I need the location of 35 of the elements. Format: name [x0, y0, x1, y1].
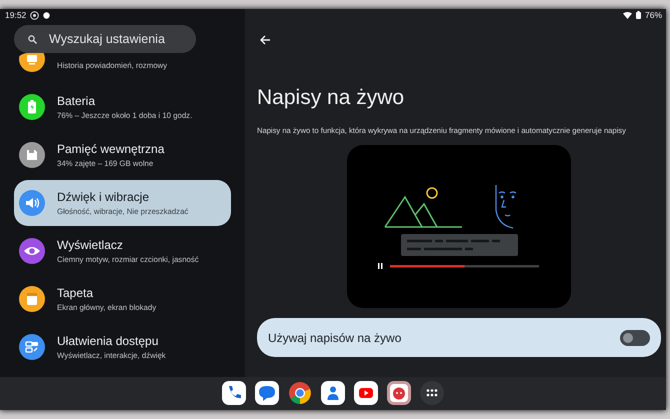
- battery-icon: [19, 94, 45, 120]
- item-title: Wyświetlacz: [57, 238, 124, 252]
- browser-icon[interactable]: [288, 380, 312, 404]
- laptop-icon: [19, 53, 45, 72]
- person-icon[interactable]: [321, 380, 345, 404]
- face-drawing: [494, 184, 516, 229]
- app-grid-icon[interactable]: [420, 380, 444, 404]
- battery-icon: [636, 11, 641, 19]
- item-title: Dźwięk i wibracje: [57, 190, 150, 204]
- paint-bucket-icon: [19, 286, 45, 312]
- back-arrow-icon[interactable]: [258, 33, 272, 47]
- battery-percentage: 76%: [644, 10, 662, 20]
- speaker-icon: [19, 190, 45, 216]
- clock: 19:52: [5, 10, 26, 20]
- wifi-icon: [622, 12, 632, 18]
- toggle-switch[interactable]: [620, 330, 650, 346]
- setting-label: Używaj napisów na żywo: [268, 330, 402, 344]
- search-field[interactable]: Wyszukaj ustawienia: [14, 25, 196, 53]
- dot-icon: [43, 12, 50, 18]
- pause-icon: [378, 263, 382, 269]
- eye-icon: [19, 238, 45, 264]
- page-title: Napisy na żywo: [257, 86, 406, 110]
- phone-icon[interactable]: [222, 380, 246, 404]
- bug-face-icon[interactable]: [387, 380, 411, 404]
- item-title: Tapeta: [57, 286, 94, 300]
- live-caption-setting[interactable]: Używaj napisów na żywo: [257, 318, 661, 357]
- item-title: Bateria: [57, 94, 96, 108]
- search-icon: [28, 34, 37, 44]
- accessibility-icon: [19, 334, 45, 360]
- chat-bubble-icon[interactable]: [255, 380, 279, 404]
- item-title: Ułatwienia dostępu: [57, 334, 160, 348]
- play-icon[interactable]: [354, 380, 378, 404]
- floppy-disk-icon: [19, 142, 45, 168]
- item-title: Pamięć wewnętrzna: [57, 142, 164, 156]
- notification-badge-icon: [30, 10, 40, 20]
